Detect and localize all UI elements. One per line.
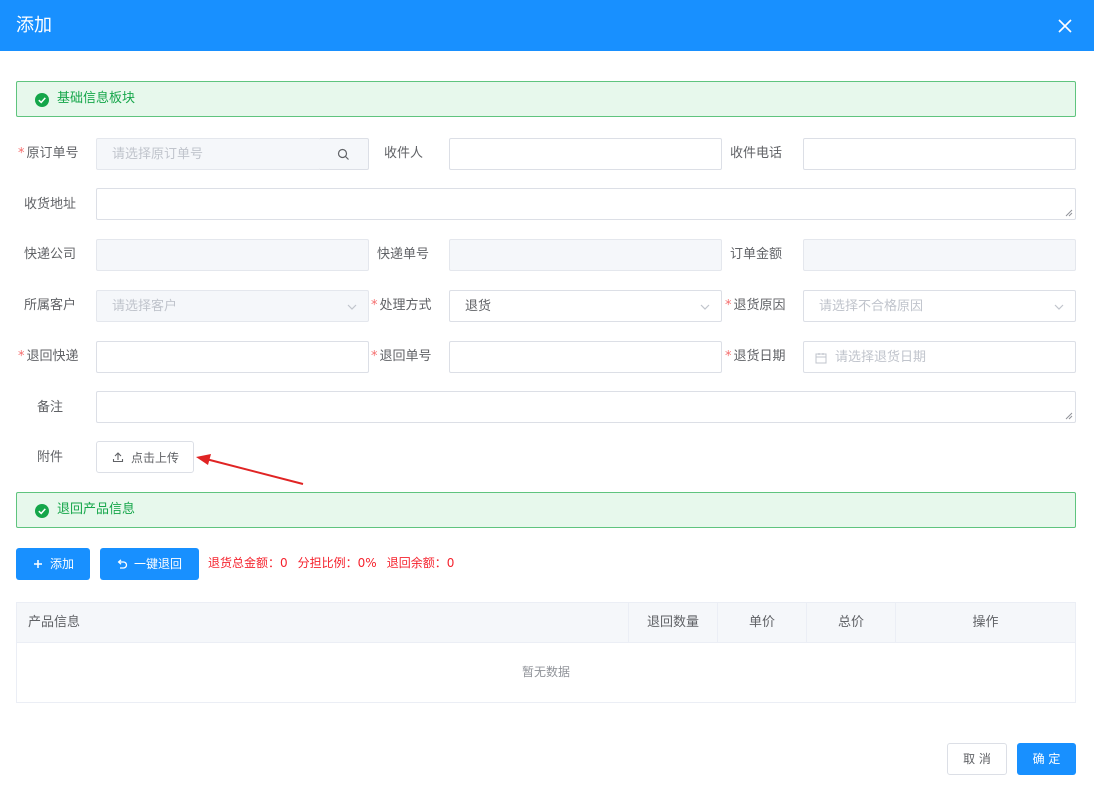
col-operations: 操作	[972, 615, 999, 630]
courier-input[interactable]	[96, 239, 369, 271]
amount-label: 订单金额	[730, 247, 783, 262]
return-all-button[interactable]: 一键退回	[100, 548, 199, 580]
reason-select[interactable]: 请选择不合格原因	[803, 290, 1076, 322]
chevron-down-icon	[700, 304, 710, 310]
check-circle-icon	[35, 504, 49, 518]
attachment-label: 附件	[37, 450, 64, 465]
recipient-label: 收件人	[384, 146, 424, 161]
phone-label: 收件电话	[730, 146, 783, 161]
plus-icon	[34, 560, 42, 568]
upload-label: 点击上传	[131, 451, 180, 465]
return-date-label: * 退货日期	[725, 349, 786, 364]
remark-label: 备注	[37, 400, 64, 415]
resize-handle-icon[interactable]	[1064, 208, 1073, 217]
col-total-price: 总价	[807, 603, 896, 643]
method-value: 退货	[465, 299, 492, 314]
return-stats: 退货总金额：0 分担比例：0% 退回余额：0	[208, 555, 464, 571]
courier-label: 快递公司	[24, 247, 77, 262]
return-courier-label: * 退回快递	[18, 349, 79, 364]
section-return-products: 退回产品信息	[16, 492, 1076, 528]
dialog-header: 添加	[0, 0, 1094, 51]
phone-input[interactable]	[803, 138, 1076, 170]
close-icon[interactable]	[1056, 17, 1074, 35]
add-button[interactable]: 添加	[16, 548, 90, 580]
section-basic-info: 基础信息板块	[16, 81, 1076, 117]
dialog-title: 添加	[16, 15, 52, 36]
orig-order-label: * 原订单号	[18, 146, 79, 161]
address-textarea[interactable]	[96, 188, 1076, 220]
reason-label: * 退货原因	[725, 298, 786, 313]
upload-button[interactable]: 点击上传	[96, 441, 194, 473]
section-label: 基础信息板块	[57, 91, 136, 106]
tracking-input[interactable]	[449, 239, 722, 271]
return-courier-input[interactable]	[96, 341, 369, 373]
undo-icon	[117, 559, 128, 569]
method-select[interactable]: 退货	[449, 290, 722, 322]
section-label: 退回产品信息	[57, 502, 136, 517]
stat-total: 退货总金额：0	[208, 556, 288, 570]
orig-order-placeholder: 请选择原订单号	[112, 147, 204, 162]
method-label: * 处理方式	[371, 298, 432, 313]
chevron-down-icon	[1054, 304, 1064, 310]
return-no-input[interactable]	[449, 341, 722, 373]
tracking-label: 快递单号	[377, 247, 430, 262]
col-product-info: 产品信息	[17, 603, 629, 643]
table-header: 产品信息 退回数量 单价 总价 操作	[17, 603, 1075, 643]
chevron-down-icon	[347, 304, 357, 310]
orig-order-input[interactable]: 请选择原订单号	[96, 138, 321, 170]
arrow-annotation	[196, 454, 304, 485]
customer-label: 所属客户	[24, 298, 77, 313]
return-no-label: * 退回单号	[371, 349, 432, 364]
stat-ratio: 分担比例：0%	[297, 556, 377, 570]
confirm-button[interactable]: 确 定	[1017, 743, 1076, 775]
col-return-qty: 退回数量	[629, 603, 718, 643]
upload-icon	[112, 452, 124, 463]
table-empty-text: 暂无数据	[521, 665, 570, 679]
return-date-picker[interactable]: 请选择退货日期	[803, 341, 1076, 373]
calendar-icon	[815, 353, 827, 364]
amount-input[interactable]	[803, 239, 1076, 271]
cancel-button[interactable]: 取 消	[947, 743, 1007, 775]
resize-handle-icon[interactable]	[1064, 411, 1073, 420]
col-unit-price: 单价	[718, 603, 807, 643]
stat-balance: 退回余额：0	[386, 556, 455, 570]
orig-order-search-button[interactable]	[320, 138, 369, 170]
remark-textarea[interactable]	[96, 391, 1076, 423]
products-table: 产品信息 退回数量 单价 总价 操作 暂无数据	[16, 602, 1076, 703]
customer-select[interactable]: 请选择客户	[96, 290, 369, 322]
check-circle-icon	[35, 93, 49, 107]
search-icon	[337, 148, 349, 160]
recipient-input[interactable]	[449, 138, 722, 170]
address-label: 收货地址	[24, 197, 77, 212]
